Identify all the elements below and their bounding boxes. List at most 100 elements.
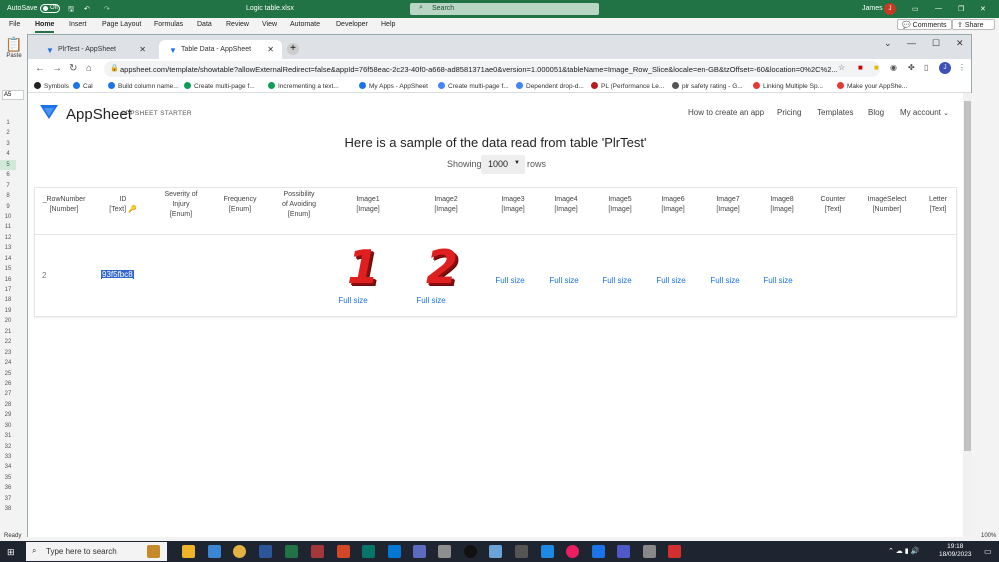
tab-file[interactable]: File — [9, 21, 20, 28]
extension-icon[interactable]: ■ — [858, 63, 863, 72]
star-icon[interactable]: ☆ — [838, 63, 845, 72]
nav-blog[interactable]: Blog — [868, 108, 884, 117]
undo-icon[interactable]: ↶ — [84, 5, 90, 13]
nav-pricing[interactable]: Pricing — [777, 108, 801, 117]
calculator-icon[interactable] — [413, 545, 426, 558]
close-icon[interactable]: ✕ — [956, 38, 964, 49]
file-explorer-icon[interactable] — [182, 545, 195, 558]
bookmark-item[interactable]: Linking Multiple Sp... — [753, 82, 823, 90]
word-icon[interactable] — [259, 545, 272, 558]
avatar[interactable]: J — [884, 3, 896, 15]
autosave-toggle[interactable]: Off — [40, 4, 60, 13]
bookmark-item[interactable]: Create multi-page f... — [438, 82, 509, 90]
tab-home[interactable]: Home — [35, 21, 55, 33]
menu-icon[interactable]: ⋮ — [958, 63, 966, 72]
row-header[interactable]: 37 — [0, 494, 16, 504]
comments-button[interactable]: 💬 Comments — [897, 19, 952, 30]
row-header[interactable]: 33 — [0, 452, 16, 462]
bookmark-item[interactable]: My Apps - AppSheet — [359, 82, 428, 90]
bookmark-item[interactable]: plr safety rating - G... — [672, 82, 743, 90]
nav-templates[interactable]: Templates — [817, 108, 853, 117]
bookmark-item[interactable]: Make your AppShe... — [837, 82, 907, 90]
bookmark-item[interactable]: Dependent drop-d... — [516, 82, 584, 90]
row-header[interactable]: 9 — [0, 202, 16, 212]
cell-id[interactable]: 93f5fbc8 — [101, 270, 134, 279]
row-header[interactable]: 34 — [0, 462, 16, 472]
tab-data[interactable]: Data — [197, 21, 212, 28]
app-icon[interactable] — [438, 545, 451, 558]
app-icon[interactable] — [643, 545, 656, 558]
image4-full-size-link[interactable]: Full size — [549, 276, 578, 285]
tab-developer[interactable]: Developer — [336, 21, 368, 28]
reload-icon[interactable]: ↻ — [69, 63, 77, 74]
taskbar-search-input[interactable]: ⌕ Type here to search — [26, 542, 167, 561]
address-bar[interactable]: 🔒 appsheet.com/template/showtable?allowE… — [104, 61, 880, 77]
minimize-icon[interactable]: — — [907, 38, 916, 48]
row-header[interactable]: 27 — [0, 389, 16, 399]
ribbon-options-icon[interactable]: ▭ — [912, 5, 919, 13]
maximize-icon[interactable]: ☐ — [932, 38, 940, 49]
row-header[interactable]: 12 — [0, 233, 16, 243]
extension-icon[interactable]: ■ — [874, 63, 879, 72]
image1-thumbnail[interactable]: 1 — [347, 240, 379, 294]
row-header[interactable]: 11 — [0, 222, 16, 232]
nav-my-account[interactable]: My account ⌄ — [900, 108, 949, 117]
row-header[interactable]: 36 — [0, 483, 16, 493]
image2-full-size-link[interactable]: Full size — [416, 296, 445, 305]
app-icon[interactable] — [566, 545, 579, 558]
camera-icon[interactable]: ◉ — [890, 63, 897, 72]
acrobat-icon[interactable] — [668, 545, 681, 558]
row-header[interactable]: 23 — [0, 348, 16, 358]
image7-full-size-link[interactable]: Full size — [710, 276, 739, 285]
paste-button[interactable]: 📋 Paste — [2, 36, 26, 76]
home-icon[interactable]: ⌂ — [86, 63, 92, 74]
back-icon[interactable]: ← — [35, 63, 45, 74]
row-header[interactable]: 25 — [0, 369, 16, 379]
close-tab-icon[interactable]: ✕ — [267, 45, 274, 54]
app-icon[interactable] — [515, 545, 528, 558]
row-header[interactable]: 31 — [0, 431, 16, 441]
browser-tab-table-data[interactable]: ▼ Table Data - AppSheet ✕ — [159, 40, 282, 59]
new-tab-button[interactable]: + — [287, 43, 299, 55]
excel-icon[interactable] — [285, 545, 298, 558]
store-icon[interactable] — [208, 545, 221, 558]
page-scrollbar[interactable] — [963, 93, 972, 537]
row-header[interactable]: 5 — [0, 159, 16, 171]
name-box[interactable]: A5 — [2, 90, 24, 100]
row-header[interactable]: 19 — [0, 306, 16, 316]
row-header[interactable]: 16 — [0, 275, 16, 285]
row-header[interactable]: 6 — [0, 170, 16, 180]
bookmark-item[interactable]: Cal — [73, 82, 93, 90]
minimize-icon[interactable]: — — [935, 5, 942, 12]
tab-formulas[interactable]: Formulas — [154, 21, 183, 28]
tab-insert[interactable]: Insert — [69, 21, 87, 28]
scrollbar-thumb[interactable] — [964, 101, 971, 451]
redo-icon[interactable]: ↷ — [104, 5, 110, 13]
nav-how-to[interactable]: How to create an app — [688, 108, 764, 117]
row-header[interactable]: 32 — [0, 442, 16, 452]
sidebar-icon[interactable]: ▯ — [924, 63, 928, 72]
image5-full-size-link[interactable]: Full size — [602, 276, 631, 285]
image3-full-size-link[interactable]: Full size — [495, 276, 524, 285]
row-header[interactable]: 26 — [0, 379, 16, 389]
zoom-icon[interactable] — [541, 545, 554, 558]
browser-tab-plrtest[interactable]: ▼ PlrTest - AppSheet ✕ — [36, 40, 154, 59]
row-header[interactable]: 17 — [0, 285, 16, 295]
image8-full-size-link[interactable]: Full size — [763, 276, 792, 285]
row-header[interactable]: 18 — [0, 295, 16, 305]
row-header[interactable]: 10 — [0, 212, 16, 222]
puzzle-icon[interactable]: ✤ — [908, 63, 915, 72]
save-icon[interactable]: 🖫 — [68, 5, 74, 16]
image6-full-size-link[interactable]: Full size — [656, 276, 685, 285]
close-tab-icon[interactable]: ✕ — [139, 45, 146, 54]
row-header[interactable]: 2 — [0, 128, 16, 138]
tab-page-layout[interactable]: Page Layout — [102, 21, 141, 28]
media-player-icon[interactable] — [464, 545, 477, 558]
row-header[interactable]: 13 — [0, 243, 16, 253]
task-view-icon[interactable] — [147, 545, 160, 558]
tab-help[interactable]: Help — [381, 21, 395, 28]
row-header[interactable]: 20 — [0, 316, 16, 326]
bookmark-item[interactable]: Build column name... — [108, 82, 179, 90]
chrome-icon[interactable] — [233, 545, 246, 558]
tab-automate[interactable]: Automate — [290, 21, 320, 28]
